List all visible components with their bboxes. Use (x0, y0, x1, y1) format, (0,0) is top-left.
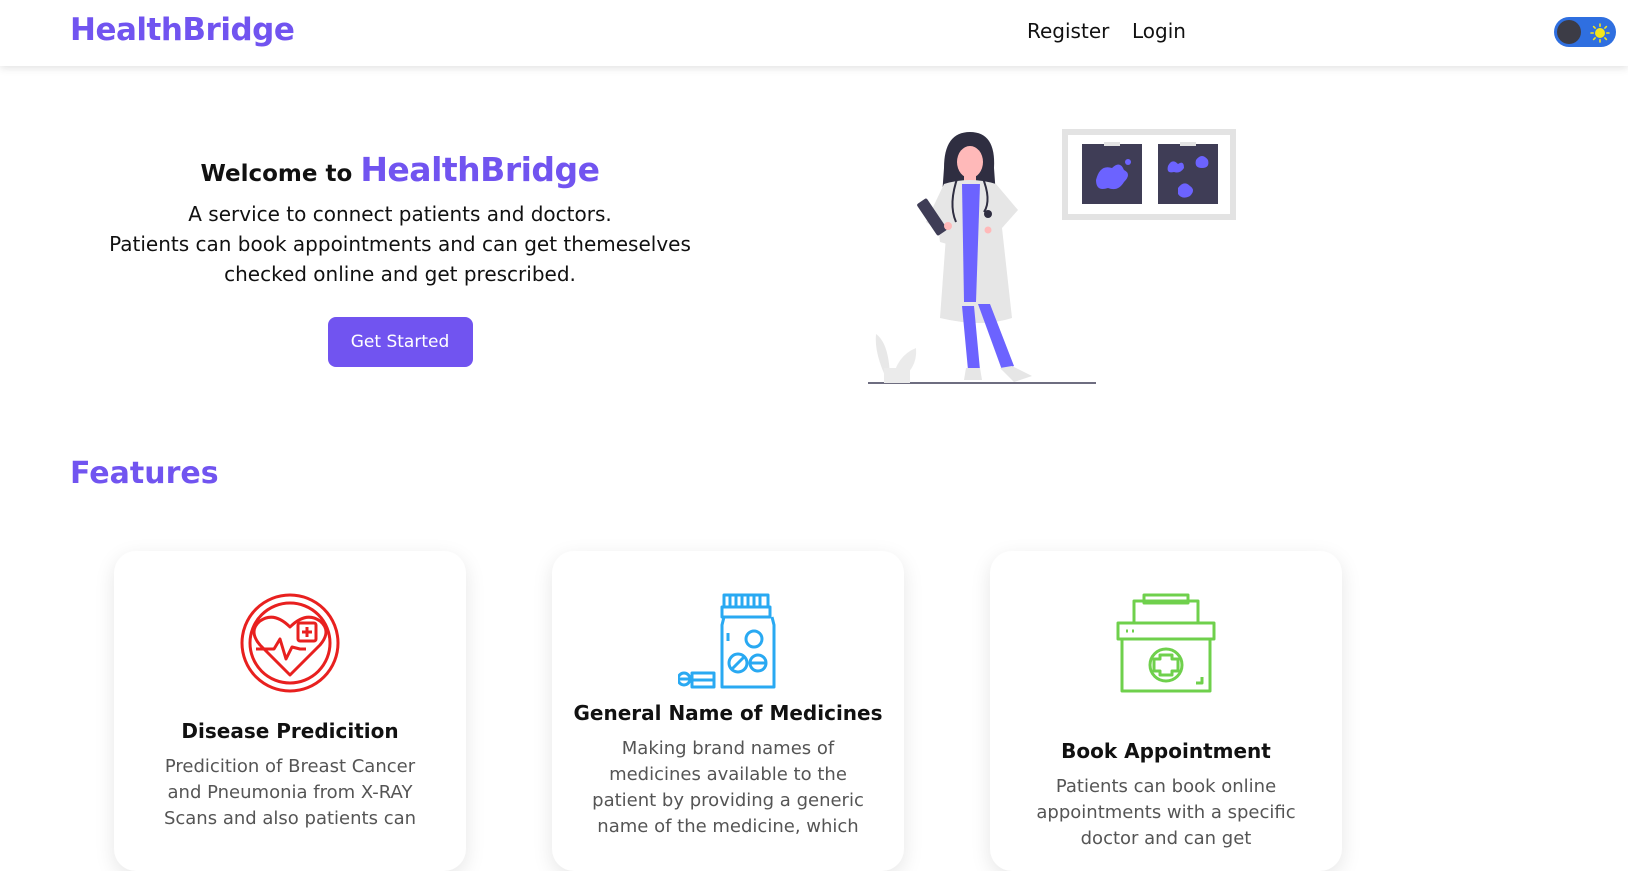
hero-section: Welcome to HealthBridge A service to con… (90, 150, 710, 367)
sun-icon (1590, 23, 1610, 43)
medicine-bottle-icon (678, 593, 776, 689)
register-link[interactable]: Register (1027, 19, 1109, 43)
theme-toggle[interactable] (1554, 17, 1616, 47)
feature-description: Patients can book online appointments wi… (1036, 776, 1296, 849)
feature-card-disease-prediction[interactable]: Disease Predicition Predicition of Breas… (114, 551, 466, 871)
first-aid-kit-icon (1116, 593, 1216, 693)
feature-description: Predicition of Breast Cancer and Pneumon… (163, 756, 417, 829)
hero-description-line-1: A service to connect patients and doctor… (188, 202, 612, 226)
doctor-illustration (868, 129, 1236, 384)
hero-title: Welcome to HealthBridge (90, 150, 710, 189)
login-link[interactable]: Login (1132, 19, 1186, 43)
heart-health-icon (240, 593, 340, 693)
feature-card-book-appointment[interactable]: Book Appointment Patients can book onlin… (990, 551, 1342, 871)
get-started-button[interactable]: Get Started (327, 317, 473, 367)
feature-title: Book Appointment (1061, 739, 1271, 763)
features-title: Features (70, 456, 219, 491)
feature-title: General Name of Medicines (573, 701, 883, 725)
feature-description: Making brand names of medicines availabl… (592, 738, 864, 837)
feature-card-generic-medicines[interactable]: General Name of Medicines Making brand n… (552, 551, 904, 871)
brand-logo[interactable]: HealthBridge (70, 12, 295, 48)
navbar: HealthBridge Register Login (0, 0, 1628, 66)
feature-title: Disease Predicition (181, 719, 399, 743)
toggle-knob (1557, 20, 1581, 44)
hero-description: A service to connect patients and doctor… (90, 199, 710, 289)
hero-description-line-2: Patients can book appointments and can g… (109, 232, 691, 286)
hero-brand: HealthBridge (360, 150, 600, 189)
welcome-prefix: Welcome to (200, 161, 353, 187)
